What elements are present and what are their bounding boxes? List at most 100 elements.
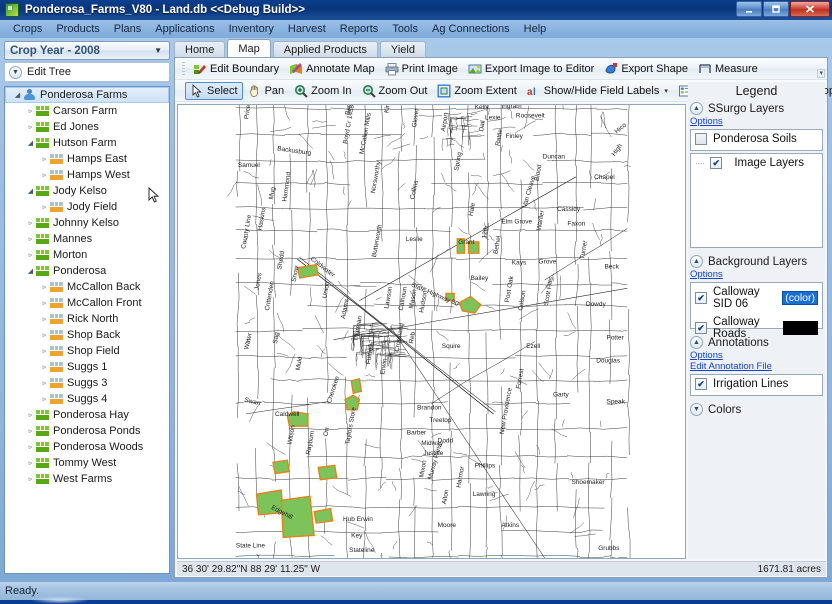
field-boundary-polygon[interactable] [314, 509, 333, 523]
tree-item-hamps-east[interactable]: ▹Hamps East [5, 151, 169, 167]
menu-tools[interactable]: Tools [385, 22, 425, 36]
expand-triangle-icon[interactable]: ▹ [25, 459, 36, 467]
menu-products[interactable]: Products [49, 22, 106, 36]
chevron-down-icon[interactable]: ▾ [664, 87, 668, 95]
expand-triangle-icon[interactable]: ▹ [39, 203, 50, 211]
select-tool-button[interactable]: Select [185, 82, 243, 100]
annotations-layer-list[interactable]: ✔ Irrigation Lines [690, 374, 823, 396]
expand-triangle-icon[interactable]: ▹ [39, 283, 50, 291]
expand-triangle-icon[interactable]: ▹ [39, 155, 50, 163]
edit-annotation-file-link[interactable]: Edit Annotation File [688, 361, 825, 372]
tree-item-mccallon-back[interactable]: ▹McCallon Back [5, 279, 169, 295]
expand-triangle-icon[interactable]: ▹ [25, 107, 36, 115]
chevron-up-circle-icon[interactable]: ▲ [690, 102, 703, 115]
expand-triangle-icon[interactable]: ▹ [25, 443, 36, 451]
toolbar-overflow-button[interactable]: ▾ [817, 69, 825, 78]
tab-map[interactable]: Map [227, 39, 270, 58]
ssurgo-options-link[interactable]: Options [688, 116, 825, 127]
collapse-triangle-icon[interactable]: ◢ [25, 267, 36, 275]
tree-item-ponderosa[interactable]: ◢Ponderosa [5, 263, 169, 279]
tree-item-suggs-1[interactable]: ▹Suggs 1 [5, 359, 169, 375]
tree-item-carson-farm[interactable]: ▹Carson Farm [5, 103, 169, 119]
expand-triangle-icon[interactable]: ▹ [25, 251, 36, 259]
legend-row-calloway-sid[interactable]: ✔ Calloway SID 06 (color) [691, 283, 822, 313]
show-hide-field-labels-button[interactable]: a l Show/Hide Field Labels ▾ [522, 82, 673, 100]
tree-item-shop-field[interactable]: ▹Shop Field [5, 343, 169, 359]
expand-triangle-icon[interactable]: ▹ [39, 363, 50, 371]
tree-item-hutson-farm[interactable]: ◢Hutson Farm [5, 135, 169, 151]
close-button[interactable] [790, 1, 830, 17]
field-boundary-polygon[interactable] [273, 460, 289, 473]
expand-triangle-icon[interactable]: ▹ [25, 411, 36, 419]
image-layers-checkbox[interactable]: ✔ [710, 157, 722, 169]
calloway-roads-checkbox[interactable]: ✔ [695, 322, 707, 334]
toolbar-grip[interactable] [182, 62, 185, 76]
maximize-button[interactable] [763, 1, 789, 17]
zoom-in-button[interactable]: Zoom In [289, 82, 356, 100]
menu-inventory[interactable]: Inventory [222, 22, 281, 36]
ponderosa-soils-checkbox[interactable] [695, 133, 707, 145]
minimize-button[interactable] [736, 1, 762, 17]
chevron-up-circle-icon[interactable]: ▲ [690, 255, 703, 268]
tree-item-shop-back[interactable]: ▹Shop Back [5, 327, 169, 343]
expand-triangle-icon[interactable]: ▹ [39, 171, 50, 179]
legend-group-background-layers[interactable]: ▲ Background Layers [688, 254, 825, 269]
background-options-link[interactable]: Options [688, 269, 825, 280]
field-boundary-polygon[interactable] [351, 379, 361, 393]
menu-help[interactable]: Help [517, 22, 554, 36]
chevron-up-circle-icon[interactable]: ▲ [690, 336, 703, 349]
tree-item-ponderosa-farms[interactable]: ◢Ponderosa Farms [5, 87, 169, 103]
tree-item-johnny-kelso[interactable]: ▹Johnny Kelso [5, 215, 169, 231]
tree-item-suggs-4[interactable]: ▹Suggs 4 [5, 391, 169, 407]
expand-triangle-icon[interactable]: ▹ [39, 347, 50, 355]
collapse-triangle-icon[interactable]: ◢ [12, 91, 23, 99]
tab-applied-products[interactable]: Applied Products [273, 41, 378, 58]
field-boundary-polygon[interactable] [298, 265, 319, 278]
menu-plans[interactable]: Plans [107, 22, 149, 36]
tab-yield[interactable]: Yield [380, 41, 426, 58]
map-graphic[interactable]: PriceSamuelBackusburgMugHaskinsCounty Li… [178, 105, 685, 558]
edit-boundary-button[interactable]: Edit Boundary [188, 60, 284, 78]
chevron-down-circle-icon[interactable]: ▼ [9, 66, 22, 79]
background-layer-list[interactable]: ✔ Calloway SID 06 (color) ✔ Calloway Roa… [690, 282, 823, 329]
legend-row-irrigation-lines[interactable]: ✔ Irrigation Lines [691, 375, 822, 393]
menu-crops[interactable]: Crops [6, 22, 49, 36]
menu-applications[interactable]: Applications [148, 22, 221, 36]
legend-row-ponderosa-soils[interactable]: Ponderosa Soils [691, 130, 822, 148]
field-boundary-polygon[interactable] [318, 465, 337, 479]
crop-year-dropdown[interactable]: Crop Year - 2008 ▼ [4, 41, 170, 60]
ssurgo-image-layer-list[interactable]: ···· ✔ Image Layers [690, 153, 823, 248]
tree-item-ponderosa-ponds[interactable]: ▹Ponderosa Ponds [5, 423, 169, 439]
tree-item-west-farms[interactable]: ▹West Farms [5, 471, 169, 487]
annotate-map-button[interactable]: Annotate Map [284, 60, 380, 78]
collapse-triangle-icon[interactable]: ◢ [25, 187, 36, 195]
annotations-options-link[interactable]: Options [688, 350, 825, 361]
export-shape-button[interactable]: Export Shape [599, 60, 693, 78]
expand-triangle-icon[interactable]: ▹ [25, 475, 36, 483]
tree-item-morton[interactable]: ▹Morton [5, 247, 169, 263]
expand-triangle-icon[interactable]: ▹ [39, 299, 50, 307]
tree-item-tommy-west[interactable]: ▹Tommy West [5, 455, 169, 471]
pan-tool-button[interactable]: Pan [243, 82, 290, 100]
collapse-triangle-icon[interactable]: ◢ [25, 139, 36, 147]
tree-item-jody-field[interactable]: ▹Jody Field [5, 199, 169, 215]
tree-item-suggs-3[interactable]: ▹Suggs 3 [5, 375, 169, 391]
tree-item-jody-kelso[interactable]: ◢Jody Kelso [5, 183, 169, 199]
expand-triangle-icon[interactable]: ▹ [39, 379, 50, 387]
expand-triangle-icon[interactable]: ▹ [25, 219, 36, 227]
expand-triangle-icon[interactable]: ▹ [39, 315, 50, 323]
edit-tree-bar[interactable]: ▼ Edit Tree [4, 62, 170, 82]
menu-harvest[interactable]: Harvest [281, 22, 333, 36]
tree-item-ponderosa-woods[interactable]: ▹Ponderosa Woods [5, 439, 169, 455]
legend-row-image-layers[interactable]: ···· ✔ Image Layers [691, 154, 822, 172]
tree-item-ed-jones[interactable]: ▹Ed Jones [5, 119, 169, 135]
expand-triangle-icon[interactable]: ▹ [25, 427, 36, 435]
calloway-roads-color-swatch[interactable] [783, 321, 818, 335]
chevron-down-circle-icon[interactable]: ▼ [690, 403, 703, 416]
tree-item-rick-north[interactable]: ▹Rick North [5, 311, 169, 327]
legend-group-annotations[interactable]: ▲ Annotations [688, 335, 825, 350]
expand-triangle-icon[interactable]: ▹ [39, 395, 50, 403]
zoom-extent-button[interactable]: Zoom Extent [432, 82, 521, 100]
tree-item-hamps-west[interactable]: ▹Hamps West [5, 167, 169, 183]
legend-group-ssurgo-layers[interactable]: ▲ SSurgo Layers [688, 101, 825, 116]
